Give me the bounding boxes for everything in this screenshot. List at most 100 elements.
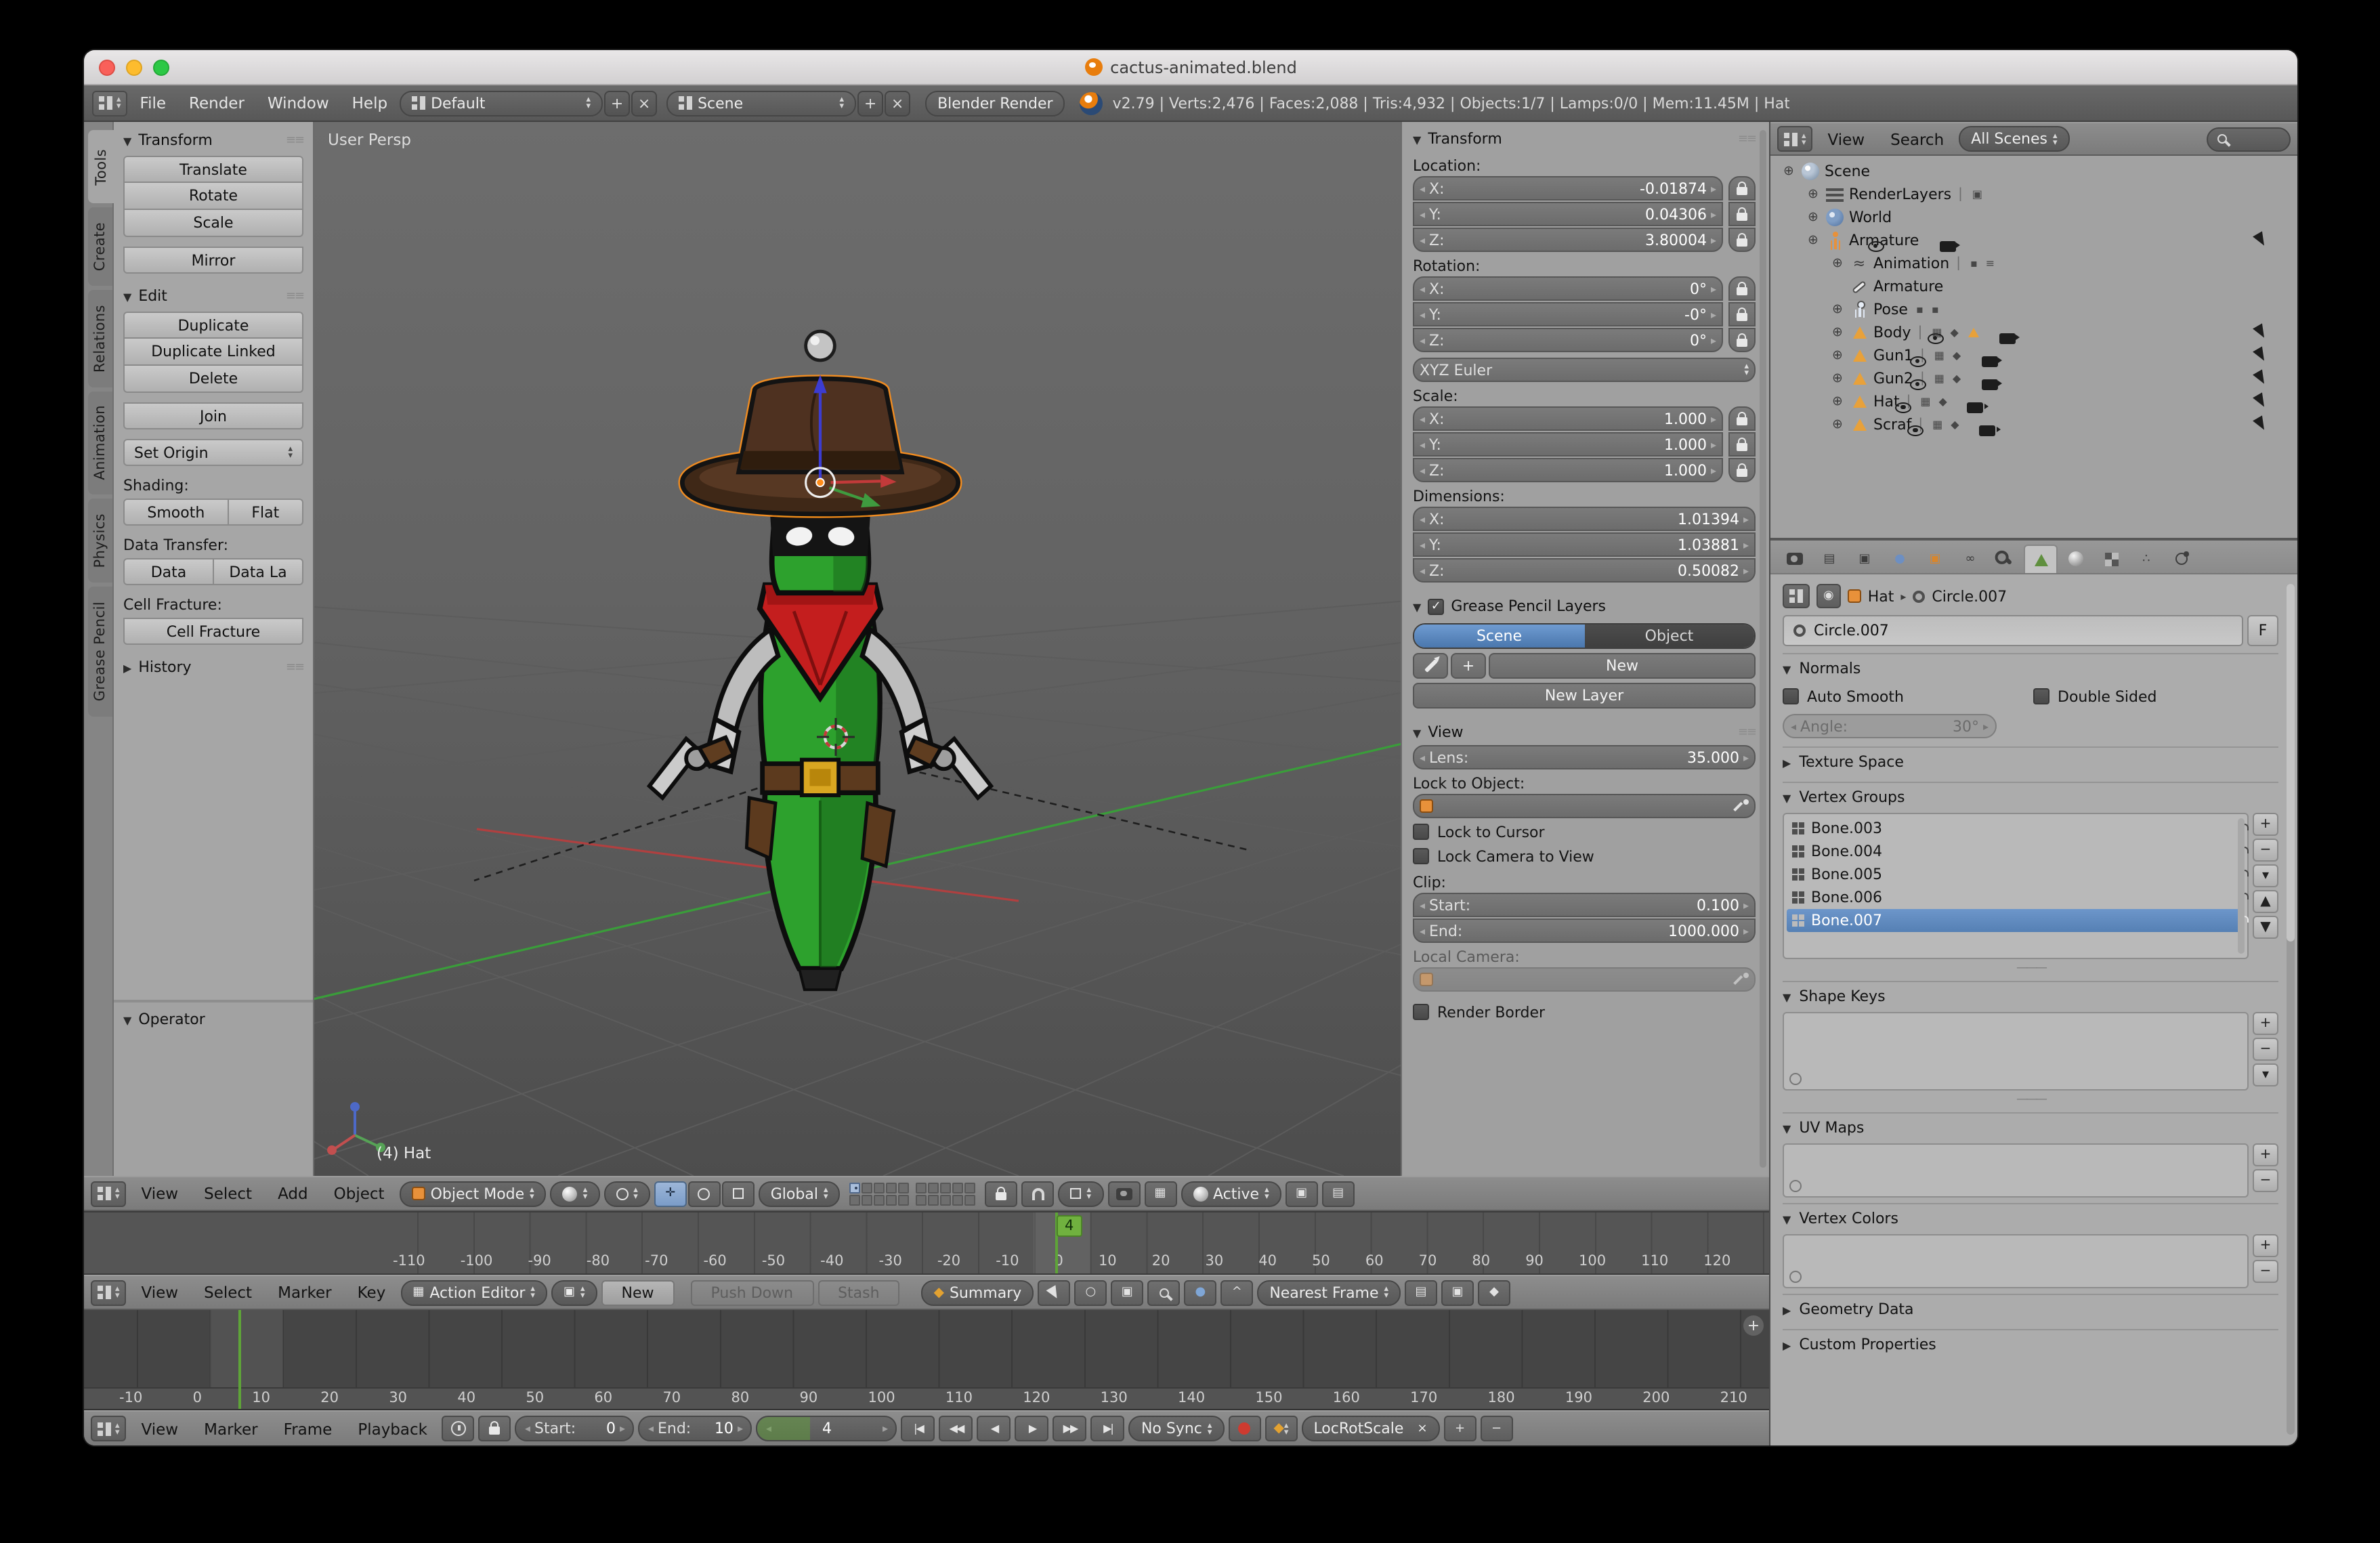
summary-toggle[interactable]: ◆Summary <box>922 1280 1034 1305</box>
delete-layout-button[interactable]: × <box>631 90 657 116</box>
expand-icon[interactable] <box>1830 371 1845 386</box>
previous-keyframe-button[interactable]: ◀◀ <box>939 1416 973 1441</box>
tab-object[interactable]: ▣ <box>1918 545 1952 573</box>
paste-button[interactable]: ▣ <box>1441 1280 1474 1305</box>
location-x-field[interactable]: X:-0.01874 <box>1413 176 1723 200</box>
move-vertex-group-up-button[interactable]: ▲ <box>2253 890 2278 913</box>
copy-button[interactable]: ▤ <box>1405 1280 1437 1305</box>
drawtype-active-select[interactable]: Active <box>1181 1181 1281 1206</box>
copy-keyframes-button[interactable]: ▣ <box>1111 1280 1143 1305</box>
fullscreen-window-button[interactable] <box>153 59 169 75</box>
lock-scale-y-button[interactable] <box>1728 432 1756 457</box>
menu-view[interactable]: View <box>131 1412 190 1445</box>
menu-key[interactable]: Key <box>347 1276 397 1309</box>
clip-end-field[interactable]: End:1000.000 <box>1413 918 1756 943</box>
dimension-x-field[interactable]: X:1.01394 <box>1413 507 1756 531</box>
frame-start-field[interactable]: Start:0 <box>515 1416 635 1441</box>
decrement-icon[interactable] <box>1420 438 1425 450</box>
pivot-point-select[interactable] <box>603 1181 650 1206</box>
paste-flip-button[interactable]: ◆ <box>1478 1280 1510 1305</box>
editor-type-button[interactable] <box>91 1280 127 1305</box>
sync-markers-button[interactable]: ● <box>1184 1280 1216 1305</box>
lock-to-scene-button[interactable] <box>985 1181 1017 1206</box>
scale-button[interactable]: Scale <box>123 210 303 237</box>
data-transfer-data-button[interactable]: Data <box>123 558 214 585</box>
checkbox-icon[interactable] <box>1413 824 1429 840</box>
menu-add[interactable]: Add <box>267 1177 319 1210</box>
renderability-camera-icon[interactable] <box>1939 240 1955 251</box>
outliner-row-armature-object[interactable]: Armature <box>1770 229 2297 252</box>
ghost-frames-button[interactable]: ○ <box>1074 1280 1107 1305</box>
vertex-group-row[interactable]: Bone.004 <box>1787 840 2245 863</box>
selectability-cursor-icon[interactable] <box>2253 369 2269 386</box>
increment-icon[interactable] <box>1743 925 1749 937</box>
data-transfer-layout-button[interactable]: Data La <box>214 558 303 585</box>
lock-location-z-button[interactable] <box>1728 228 1756 252</box>
selectability-cursor-icon[interactable] <box>2253 231 2269 248</box>
grease-pencil-section-header[interactable]: Grease Pencil Layers <box>1413 593 1756 619</box>
menu-window[interactable]: Window <box>257 85 340 121</box>
menu-search[interactable]: Search <box>1879 123 1955 154</box>
decrement-icon[interactable] <box>525 1422 530 1435</box>
tab-object-data[interactable] <box>2024 545 2058 573</box>
checkbox-icon[interactable] <box>1413 1004 1429 1020</box>
tab-create[interactable]: Create <box>88 207 112 286</box>
insert-keyframe-button[interactable]: + <box>1444 1416 1476 1441</box>
increment-icon[interactable] <box>1711 438 1716 450</box>
close-window-button[interactable] <box>99 59 115 75</box>
transform-panel-header[interactable]: Transform <box>123 127 303 153</box>
outliner-row-gun2[interactable]: Gun2|▦◆ <box>1770 367 2297 390</box>
tab-material[interactable] <box>2059 545 2093 573</box>
menu-marker[interactable]: Marker <box>193 1412 269 1445</box>
timeline-editor[interactable]: -110-100-90-80-70-60-50-40-30-20-1001020… <box>84 1211 1769 1275</box>
tab-physics[interactable]: Physics <box>88 499 112 583</box>
lock-scale-x-button[interactable] <box>1728 406 1756 431</box>
rotation-y-field[interactable]: Y:-0° <box>1413 302 1723 326</box>
tab-relations[interactable]: Relations <box>88 290 112 387</box>
jump-to-start-button[interactable]: |◀ <box>901 1416 935 1441</box>
panel-grip-icon[interactable] <box>286 289 303 303</box>
action-browse-select[interactable]: ▣ <box>551 1280 597 1305</box>
editor-type-button[interactable] <box>91 1181 127 1206</box>
decrement-icon[interactable] <box>1420 308 1425 320</box>
panel-grip-icon[interactable] <box>1738 132 1756 146</box>
visibility-eye-icon[interactable] <box>1909 379 1926 389</box>
move-vertex-group-down-button[interactable]: ▼ <box>2253 916 2278 939</box>
decrement-icon[interactable] <box>1420 208 1425 220</box>
manipulator-scale-button[interactable] <box>722 1181 755 1206</box>
increment-icon[interactable] <box>1711 282 1716 295</box>
expand-icon[interactable] <box>1830 302 1845 317</box>
scene-selector[interactable]: Scene <box>666 90 856 116</box>
increment-icon[interactable] <box>1743 751 1749 763</box>
list-resize-grip[interactable] <box>1783 960 2278 975</box>
decrement-icon[interactable] <box>1420 925 1425 937</box>
menu-view[interactable]: View <box>131 1177 190 1210</box>
add-vertex-color-button[interactable]: + <box>2253 1234 2278 1257</box>
custom-properties-section-header[interactable]: Custom Properties <box>1783 1330 2278 1359</box>
editor-type-button[interactable] <box>1777 126 1813 152</box>
clear-keying-set-icon[interactable]: × <box>1417 1422 1427 1435</box>
manipulator-rotate-button[interactable] <box>688 1181 721 1206</box>
outliner-row-gun1[interactable]: Gun1|▦◆ <box>1770 344 2297 367</box>
select-cursor-button[interactable] <box>1038 1280 1070 1305</box>
outliner-filter-select[interactable]: All Scenes <box>1959 126 2069 152</box>
outliner-row-scraf[interactable]: Scraf|▦◆ <box>1770 413 2297 436</box>
snap-toggle-button[interactable] <box>1021 1181 1054 1206</box>
layers-widget[interactable] <box>849 1182 975 1205</box>
eyedropper-icon[interactable] <box>1734 799 1749 813</box>
decrement-icon[interactable] <box>1420 513 1425 525</box>
lock-rotation-y-button[interactable] <box>1728 302 1756 326</box>
outliner-row-pose[interactable]: Pose▪▪ <box>1770 298 2297 321</box>
active-keying-set-field[interactable]: LocRotScale× <box>1301 1416 1439 1441</box>
expand-icon[interactable] <box>1830 256 1845 271</box>
normals-section-header[interactable]: Normals <box>1783 654 2278 683</box>
gp-source-object-button[interactable]: Object <box>1584 625 1754 648</box>
expand-icon[interactable] <box>1830 348 1845 363</box>
rotation-mode-select[interactable]: XYZ Euler <box>1413 358 1756 382</box>
menu-view[interactable]: View <box>1817 123 1876 154</box>
region-expand-icon[interactable]: + <box>1743 1315 1764 1336</box>
remove-shape-key-button[interactable]: − <box>2253 1038 2278 1061</box>
set-origin-dropdown[interactable]: Set Origin <box>123 439 303 466</box>
stash-button[interactable]: Stash <box>817 1280 900 1305</box>
add-layout-button[interactable]: + <box>604 90 630 116</box>
